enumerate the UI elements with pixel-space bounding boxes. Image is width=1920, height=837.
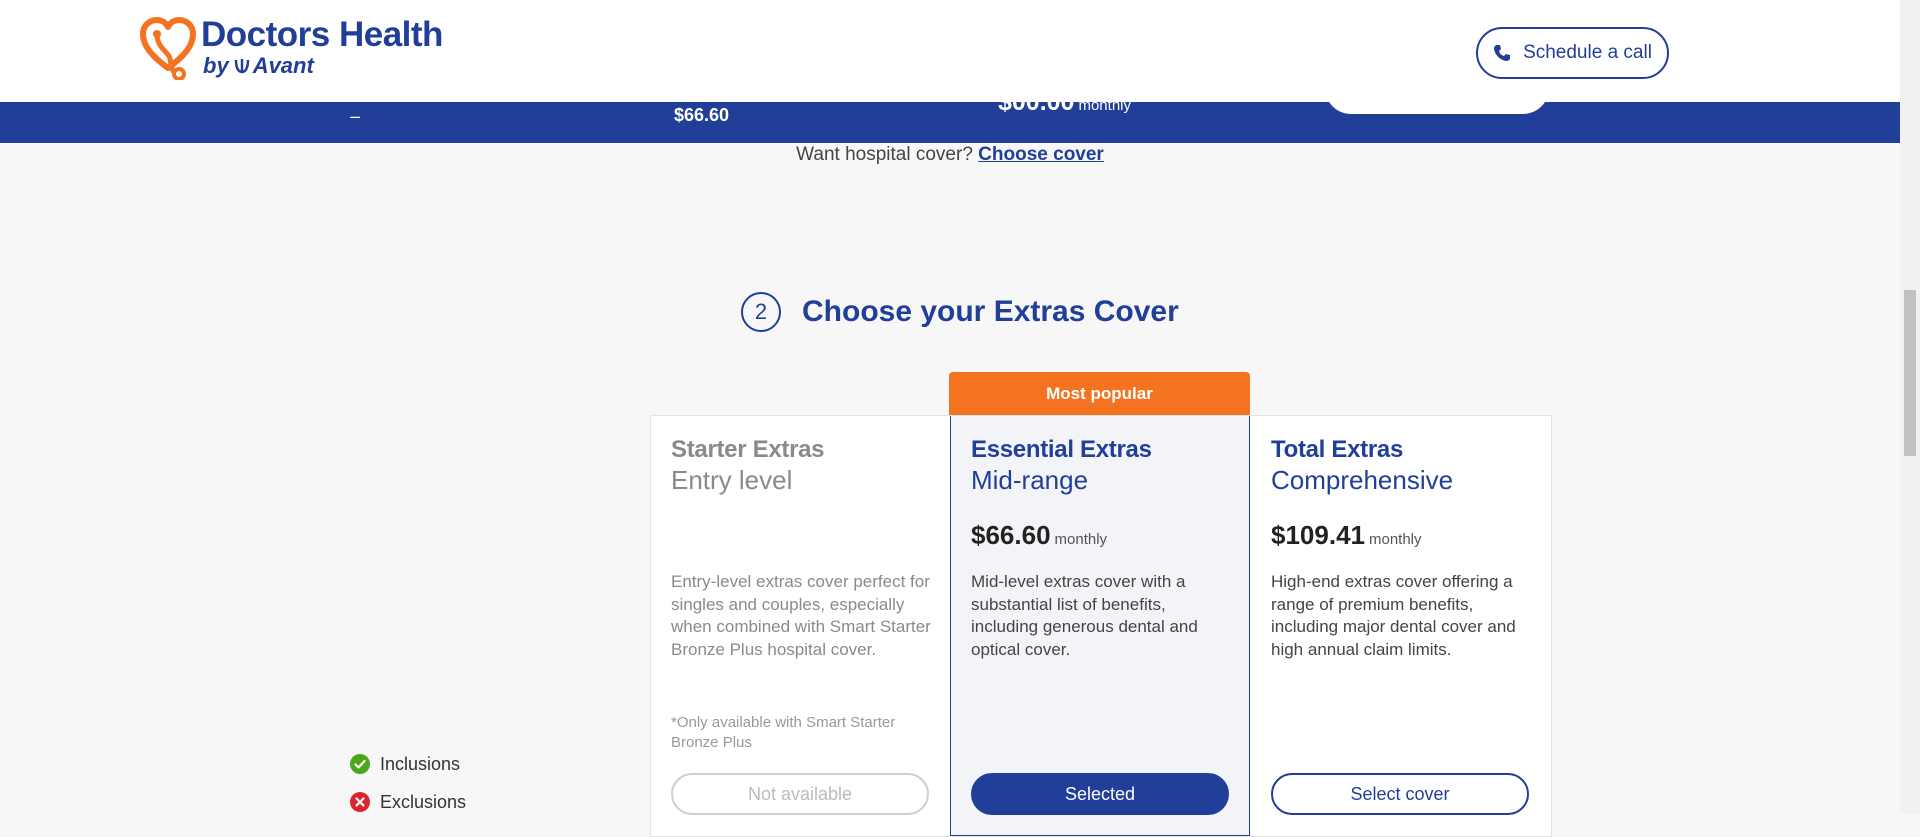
card-price-unit: monthly: [1054, 531, 1108, 548]
not-available-button: Not available: [671, 773, 929, 815]
schedule-call-button[interactable]: Schedule a call: [1476, 27, 1669, 79]
choose-cover-link[interactable]: Choose cover: [978, 144, 1104, 165]
card-price-unit: monthly: [1368, 531, 1422, 548]
logo-by: by: [203, 53, 229, 78]
total-price-unit: monthly: [1078, 102, 1131, 114]
card-name: Total Extras: [1271, 436, 1403, 463]
phone-icon: [1494, 45, 1511, 61]
legend-inclusions: Inclusions: [350, 745, 466, 783]
hospital-cover-text: Want hospital cover?: [796, 144, 973, 165]
cross-circle-icon: [350, 792, 370, 812]
most-popular-badge: Most popular: [949, 372, 1250, 415]
card-price: $109.41 monthly: [1271, 520, 1422, 551]
step-number: 2: [741, 292, 781, 332]
doctors-health-logo[interactable]: Doctors Health by Avant: [139, 16, 443, 80]
card-level: Entry level: [671, 465, 793, 495]
site-header: Doctors Health by Avant Schedule a call: [0, 0, 1900, 102]
schedule-call-label: Schedule a call: [1523, 42, 1652, 63]
avant-icon: [234, 59, 249, 74]
card-description: High-end extras cover offering a range o…: [1271, 572, 1516, 659]
extras-cover-cards: Starter Extras Entry level Entry-level e…: [650, 415, 1552, 837]
card-note: *Only available with Smart Starter Bronz…: [671, 714, 896, 751]
page-scrollbar[interactable]: [1900, 0, 1920, 814]
card-level: Comprehensive: [1271, 465, 1454, 495]
hospital-summary-value: –: [350, 106, 361, 126]
summary-bar: – $66.60 $00.00 monthly: [0, 102, 1900, 143]
select-cover-button[interactable]: Select cover: [1271, 773, 1529, 815]
section-title: Choose your Extras Cover: [802, 295, 1179, 328]
total-price-value: $00.00: [998, 102, 1075, 116]
extras-summary-price: $66.60: [674, 105, 730, 125]
card-description: Entry-level extras cover perfect for sin…: [671, 572, 931, 659]
card-price-value: $109.41: [1271, 520, 1365, 550]
legend-inclusions-label: Inclusions: [380, 753, 461, 774]
card-level: Mid-range: [971, 465, 1089, 495]
scrollbar-thumb[interactable]: [1904, 290, 1916, 456]
card-essential-extras: Essential Extras Mid-range $66.60 monthly…: [950, 416, 1250, 836]
card-name: Essential Extras: [971, 436, 1152, 463]
section-heading: 2 Choose your Extras Cover: [741, 292, 1179, 332]
legend-exclusions-label: Exclusions: [380, 791, 467, 812]
cover-legend: Inclusions Exclusions: [350, 745, 466, 821]
logo-brand: Avant: [252, 53, 314, 78]
card-total-extras: Total Extras Comprehensive $109.41 monthl…: [1251, 416, 1551, 836]
card-price-value: $66.60: [971, 520, 1051, 550]
card-price: $66.60 monthly: [971, 520, 1107, 551]
summary-action-button[interactable]: [1325, 102, 1549, 114]
card-starter-extras: Starter Extras Entry level Entry-level e…: [651, 416, 951, 836]
heart-stethoscope-icon: [140, 17, 196, 80]
hospital-cover-prompt: Want hospital cover? Choose cover: [0, 144, 1900, 166]
logo-title: Doctors Health: [201, 15, 443, 54]
card-description: Mid-level extras cover with a substantia…: [971, 572, 1198, 659]
legend-exclusions: Exclusions: [350, 783, 466, 821]
card-name: Starter Extras: [671, 436, 825, 463]
selected-button[interactable]: Selected: [971, 773, 1229, 815]
check-circle-icon: [350, 754, 370, 774]
total-summary-price: $00.00 monthly: [998, 102, 1131, 117]
